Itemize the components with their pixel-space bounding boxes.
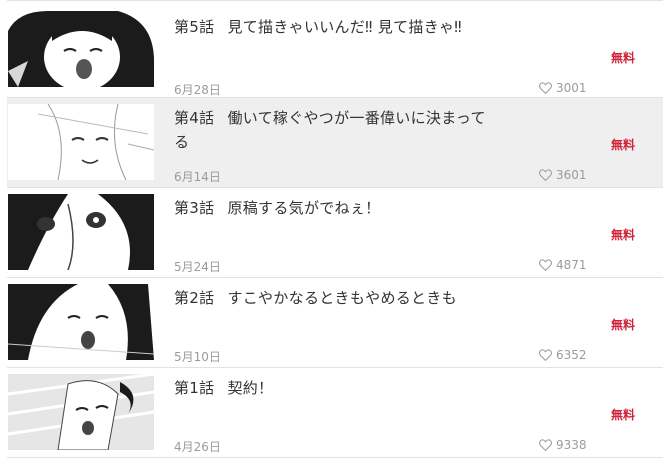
free-badge: 無料 xyxy=(611,228,636,242)
free-badge: 無料 xyxy=(611,51,636,65)
episode-title[interactable]: 第2話 すこやかなるときもやめるときも xyxy=(174,286,494,310)
free-badge: 無料 xyxy=(611,318,636,332)
likes-count: 6352 xyxy=(539,348,587,362)
heart-icon xyxy=(539,259,552,271)
episode-title[interactable]: 第3話 原稿する気がでねぇ！ xyxy=(174,196,494,220)
heart-icon xyxy=(539,82,552,94)
episode-title[interactable]: 第5話 見て描きゃいいんだ‼ 見て描きゃ‼ xyxy=(174,15,494,39)
heart-icon xyxy=(539,439,552,451)
episode-thumbnail[interactable] xyxy=(8,104,154,180)
likes-count: 3601 xyxy=(539,168,587,182)
heart-icon xyxy=(539,169,552,181)
free-badge: 無料 xyxy=(611,138,636,152)
likes-count: 9338 xyxy=(539,438,587,452)
episode-thumbnail[interactable] xyxy=(8,194,154,270)
episode-date: 5月24日 xyxy=(174,260,221,274)
free-badge: 無料 xyxy=(611,408,636,422)
episode-title[interactable]: 第4話 働いて稼ぐやつが一番偉いに決まってる xyxy=(174,106,494,154)
episode-list: 第5話 見て描きゃいいんだ‼ 見て描きゃ‼ 無料 6月28日 3001 第4話 働い… xyxy=(7,0,663,458)
episode-title[interactable]: 第1話 契約！ xyxy=(174,376,494,400)
episode-row[interactable]: 第2話 すこやかなるときもやめるときも 無料 5月10日 6352 xyxy=(7,278,663,368)
episode-date: 6月28日 xyxy=(174,83,221,97)
episode-date: 4月26日 xyxy=(174,440,221,454)
likes-count: 4871 xyxy=(539,258,587,272)
episode-row[interactable]: 第5話 見て描きゃいいんだ‼ 見て描きゃ‼ 無料 6月28日 3001 xyxy=(7,0,663,98)
episode-date: 5月10日 xyxy=(174,350,221,364)
episode-thumbnail[interactable] xyxy=(8,11,154,87)
episode-date: 6月14日 xyxy=(174,170,221,184)
episode-row[interactable]: 第3話 原稿する気がでねぇ！ 無料 5月24日 4871 xyxy=(7,188,663,278)
likes-count: 3001 xyxy=(539,81,587,95)
episode-thumbnail[interactable] xyxy=(8,374,154,450)
heart-icon xyxy=(539,349,552,361)
episode-thumbnail[interactable] xyxy=(8,284,154,360)
episode-row[interactable]: 第4話 働いて稼ぐやつが一番偉いに決まってる 無料 6月14日 3601 xyxy=(7,98,663,188)
episode-row[interactable]: 第1話 契約！ 無料 4月26日 9338 xyxy=(7,368,663,458)
